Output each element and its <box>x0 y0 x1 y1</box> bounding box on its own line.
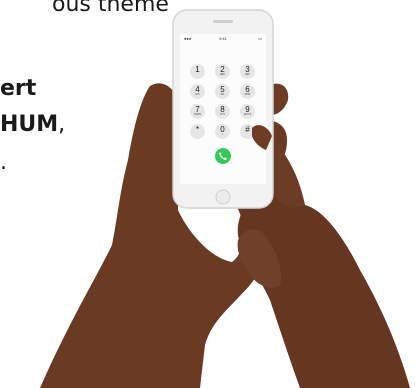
key-hash[interactable]: # <box>240 124 255 139</box>
key-8[interactable]: 8 TUV <box>215 104 230 119</box>
status-time: 9:41 <box>219 36 227 41</box>
key-1[interactable]: 1 <box>190 64 205 79</box>
key-6[interactable]: 6 MNO <box>240 84 255 99</box>
key-letters: GHI <box>195 93 200 96</box>
key-3[interactable]: 3 DEF <box>240 64 255 79</box>
key-letters: ABC <box>219 73 226 76</box>
phone-icon <box>219 152 227 161</box>
phone-speaker <box>213 20 233 23</box>
key-9[interactable]: 9 WXYZ <box>240 104 255 119</box>
call-button[interactable] <box>215 148 231 164</box>
key-7[interactable]: 7 PQRS <box>190 104 205 119</box>
key-digit: # <box>245 125 250 134</box>
key-0[interactable]: 0 + <box>215 124 230 139</box>
key-letters: PQRS <box>193 113 202 116</box>
battery-icon: ▭ <box>258 36 262 41</box>
key-4[interactable]: 4 GHI <box>190 84 205 99</box>
key-star[interactable]: * <box>190 124 205 139</box>
key-digit: * <box>195 125 200 134</box>
key-digit: 1 <box>195 65 200 74</box>
key-5[interactable]: 5 JKL <box>215 84 230 99</box>
status-bar: ●●● 9:41 ▭ <box>180 36 266 44</box>
phone-screen: ●●● 9:41 ▭ 1 2 ABC 3 DEF 4 GHI 5 JKL 6 MNO 7P… <box>180 34 266 184</box>
key-letters: TUV <box>220 113 225 116</box>
key-letters: DEF <box>245 73 250 76</box>
key-2[interactable]: 2 ABC <box>215 64 230 79</box>
key-letters: + <box>221 133 224 136</box>
key-letters: JKL <box>220 93 225 96</box>
signal-icon: ●●● <box>184 36 192 41</box>
key-letters: WXYZ <box>243 113 252 116</box>
key-letters: MNO <box>244 93 251 96</box>
phone-home-button <box>215 189 231 205</box>
